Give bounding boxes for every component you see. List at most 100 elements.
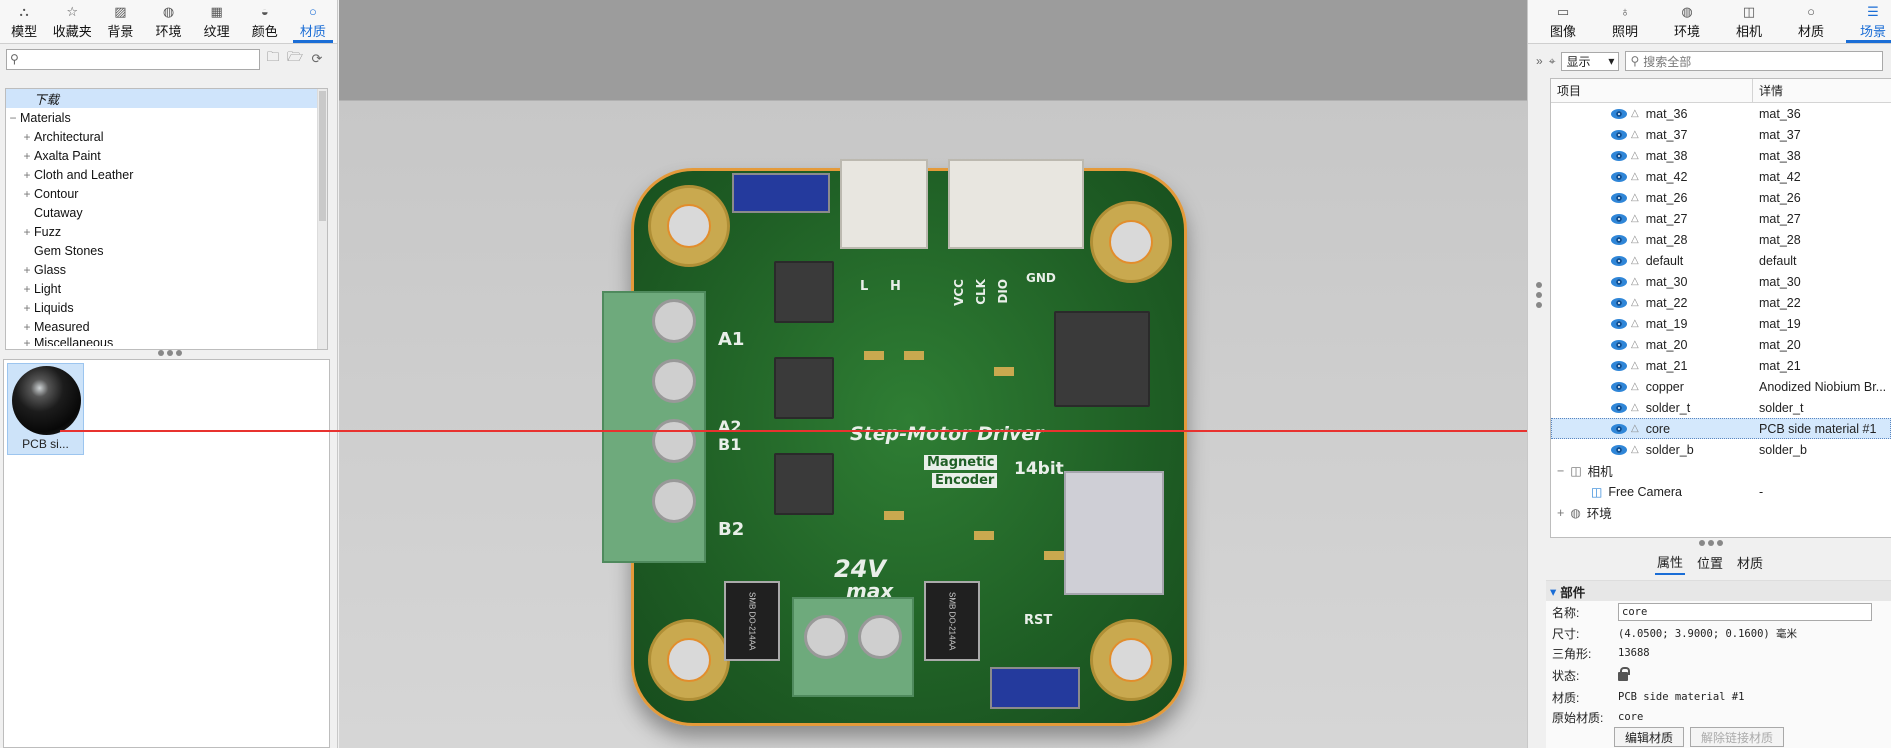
name-field[interactable]: core bbox=[1618, 603, 1872, 621]
tab-favorites[interactable]: ☆ 收藏夹 bbox=[48, 0, 96, 43]
scene-row-mat-27[interactable]: △ mat_27 mat_27 bbox=[1551, 208, 1891, 229]
visibility-eye-icon[interactable] bbox=[1611, 171, 1627, 182]
scene-row-mat-19[interactable]: △ mat_19 mat_19 bbox=[1551, 313, 1891, 334]
expand-icon[interactable]: + bbox=[20, 320, 34, 334]
tree-scrollbar[interactable] bbox=[317, 89, 327, 349]
collapse-panel-icon[interactable]: » bbox=[1536, 54, 1543, 68]
tab-lighting[interactable]: ♁ 照明 bbox=[1594, 0, 1656, 43]
tab-materials[interactable]: ○ 材质 bbox=[289, 0, 337, 43]
edit-material-button[interactable]: 编辑材质 bbox=[1614, 727, 1685, 747]
render-viewport[interactable]: L H VCC CLK DIO GND A1 A2 B1 B2 Step-Mot… bbox=[339, 0, 1527, 748]
tree-item-downloads[interactable]: 下载 bbox=[6, 89, 327, 108]
tab-models[interactable]: ⛬ 模型 bbox=[0, 0, 48, 43]
expand-icon[interactable]: + bbox=[1557, 506, 1564, 520]
tab-textures[interactable]: ▦ 纹理 bbox=[193, 0, 241, 43]
expand-icon[interactable]: + bbox=[20, 168, 34, 182]
tab-image[interactable]: ▭ 图像 bbox=[1532, 0, 1594, 43]
refresh-icon[interactable]: ⟳ bbox=[308, 50, 326, 68]
expand-icon[interactable]: + bbox=[20, 336, 34, 346]
visibility-eye-icon[interactable] bbox=[1611, 255, 1627, 266]
scene-row-core[interactable]: △ core PCB side material #1 bbox=[1551, 418, 1891, 439]
subtab-material[interactable]: 材质 bbox=[1735, 551, 1765, 574]
column-header-item[interactable]: 项目 bbox=[1551, 79, 1753, 102]
collapse-icon[interactable]: − bbox=[1557, 464, 1564, 478]
scene-row-mat-36[interactable]: △ mat_36 mat_36 bbox=[1551, 103, 1891, 124]
visibility-eye-icon[interactable] bbox=[1611, 213, 1627, 224]
visibility-eye-icon[interactable] bbox=[1611, 339, 1627, 350]
tab-backgrounds[interactable]: ▨ 背景 bbox=[96, 0, 144, 43]
visibility-eye-icon[interactable] bbox=[1611, 360, 1627, 371]
collapse-icon[interactable]: − bbox=[6, 111, 20, 125]
tree-item-materials[interactable]: − Materials bbox=[6, 108, 327, 127]
scene-row-mat-26[interactable]: △ mat_26 mat_26 bbox=[1551, 187, 1891, 208]
visibility-eye-icon[interactable] bbox=[1611, 150, 1627, 161]
visibility-eye-icon[interactable] bbox=[1611, 108, 1627, 119]
scene-row-mat-38[interactable]: △ mat_38 mat_38 bbox=[1551, 145, 1891, 166]
tree-group-environment[interactable]: + ◍ 环境 bbox=[1551, 502, 1891, 523]
lock-icon[interactable] bbox=[1618, 667, 1630, 681]
visibility-eye-icon[interactable] bbox=[1611, 234, 1627, 245]
side-splitter-handle[interactable] bbox=[1536, 282, 1542, 308]
tree-item-cloth-leather[interactable]: + Cloth and Leather bbox=[6, 165, 327, 184]
tab-material[interactable]: ○ 材质 bbox=[1780, 0, 1842, 43]
tab-scene[interactable]: ☰ 场景 bbox=[1842, 0, 1891, 43]
tree-group-camera[interactable]: − ◫ 相机 bbox=[1551, 460, 1891, 481]
expand-icon[interactable]: + bbox=[20, 187, 34, 201]
tree-item-fuzz[interactable]: + Fuzz bbox=[6, 222, 327, 241]
column-header-detail[interactable]: 详情 bbox=[1753, 79, 1783, 102]
tab-colors[interactable]: ◒ 颜色 bbox=[241, 0, 289, 43]
scene-row-mat-42[interactable]: △ mat_42 mat_42 bbox=[1551, 166, 1891, 187]
library-search-input[interactable]: ⚲ bbox=[6, 48, 260, 70]
scrollbar-thumb[interactable] bbox=[319, 91, 326, 221]
visibility-eye-icon[interactable] bbox=[1611, 192, 1627, 203]
scene-row-solder-b[interactable]: △ solder_b solder_b bbox=[1551, 439, 1891, 460]
unlink-material-button[interactable]: 解除链接材质 bbox=[1690, 727, 1785, 747]
folder-add-icon[interactable]: 🗀 bbox=[264, 49, 282, 68]
section-part-header[interactable]: ▾ 部件 bbox=[1546, 581, 1891, 601]
tree-item-miscellaneous[interactable]: + Miscellaneous bbox=[6, 336, 327, 346]
splitter-handle[interactable] bbox=[150, 350, 190, 358]
tree-item-glass[interactable]: + Glass bbox=[6, 260, 327, 279]
scene-row-mat-30[interactable]: △ mat_30 mat_30 bbox=[1551, 271, 1891, 292]
add-node-icon[interactable]: ⌖ bbox=[1549, 54, 1556, 69]
expand-icon[interactable]: + bbox=[20, 130, 34, 144]
expand-icon[interactable]: + bbox=[20, 301, 34, 315]
folder-remove-icon[interactable]: 🗁 bbox=[286, 49, 304, 68]
material-thumbnail-pcb[interactable]: PCB si... bbox=[7, 363, 84, 455]
scene-search-input[interactable]: ⚲ 搜索全部 bbox=[1625, 51, 1883, 71]
tab-camera[interactable]: ◫ 相机 bbox=[1718, 0, 1780, 43]
expand-icon[interactable]: + bbox=[20, 225, 34, 239]
scene-row-default[interactable]: △ default default bbox=[1551, 250, 1891, 271]
display-select[interactable]: 显示 ▾ bbox=[1561, 51, 1620, 71]
visibility-eye-icon[interactable] bbox=[1611, 276, 1627, 287]
tree-item-measured[interactable]: + Measured bbox=[6, 317, 327, 336]
tree-item-axalta-paint[interactable]: + Axalta Paint bbox=[6, 146, 327, 165]
subtab-properties[interactable]: 属性 bbox=[1654, 550, 1685, 575]
tab-environment[interactable]: ◍ 环境 bbox=[1656, 0, 1718, 43]
pcb-model[interactable]: L H VCC CLK DIO GND A1 A2 B1 B2 Step-Mot… bbox=[602, 159, 1187, 726]
scene-row-mat-28[interactable]: △ mat_28 mat_28 bbox=[1551, 229, 1891, 250]
scene-row-copper[interactable]: △ copper Anodized Niobium Br... bbox=[1551, 376, 1891, 397]
tree-item-architectural[interactable]: + Architectural bbox=[6, 127, 327, 146]
scene-row-mat-20[interactable]: △ mat_20 mat_20 bbox=[1551, 334, 1891, 355]
expand-icon[interactable]: + bbox=[20, 149, 34, 163]
tree-item-contour[interactable]: + Contour bbox=[6, 184, 327, 203]
visibility-eye-icon[interactable] bbox=[1611, 318, 1627, 329]
expand-icon[interactable]: + bbox=[20, 282, 34, 296]
tree-item-cutaway[interactable]: Cutaway bbox=[6, 203, 327, 222]
scene-row-solder-t[interactable]: △ solder_t solder_t bbox=[1551, 397, 1891, 418]
tree-item-free-camera[interactable]: ◫ Free Camera - bbox=[1551, 481, 1891, 502]
visibility-eye-icon[interactable] bbox=[1611, 129, 1627, 140]
expand-icon[interactable]: + bbox=[20, 263, 34, 277]
scene-row-mat-37[interactable]: △ mat_37 mat_37 bbox=[1551, 124, 1891, 145]
visibility-eye-icon[interactable] bbox=[1611, 297, 1627, 308]
visibility-eye-icon[interactable] bbox=[1611, 402, 1627, 413]
visibility-eye-icon[interactable] bbox=[1611, 444, 1627, 455]
visibility-eye-icon[interactable] bbox=[1611, 423, 1627, 434]
tree-item-light[interactable]: + Light bbox=[6, 279, 327, 298]
scene-row-mat-21[interactable]: △ mat_21 mat_21 bbox=[1551, 355, 1891, 376]
tree-item-liquids[interactable]: + Liquids bbox=[6, 298, 327, 317]
tree-item-gem-stones[interactable]: Gem Stones bbox=[6, 241, 327, 260]
visibility-eye-icon[interactable] bbox=[1611, 381, 1627, 392]
scene-row-mat-22[interactable]: △ mat_22 mat_22 bbox=[1551, 292, 1891, 313]
